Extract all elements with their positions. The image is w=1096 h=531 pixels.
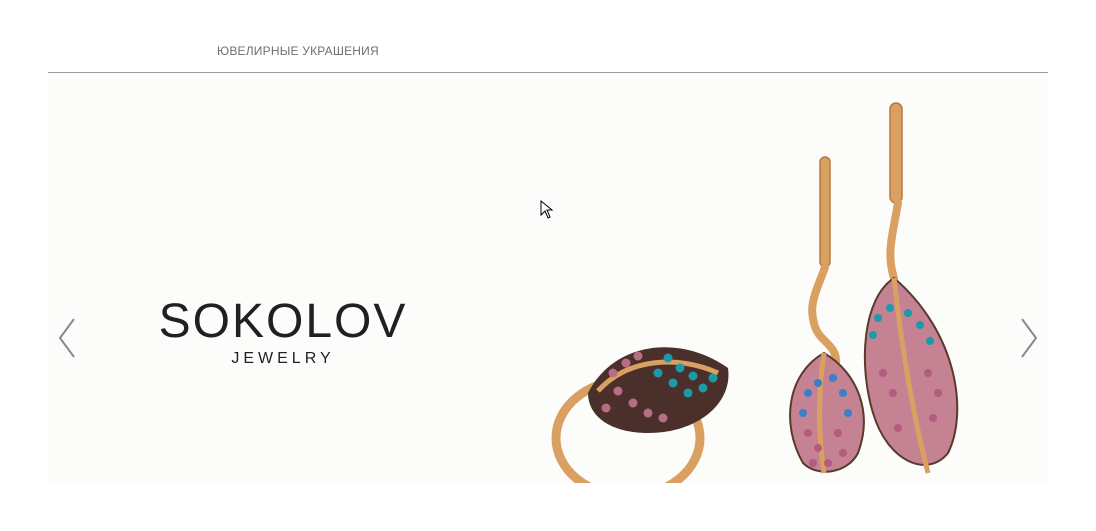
mouse-cursor-icon [540,200,554,219]
brand-subtitle: JEWELRY [231,350,335,367]
menu-link-jewelry[interactable]: ЮВЕЛИРНЫЕ УКРАШЕНИЯ [217,44,379,58]
earring-left [789,156,865,474]
slider-prev-button[interactable] [56,317,78,359]
ring [551,347,729,483]
earring-right [863,102,959,474]
jewelry-image [551,102,959,483]
brand-logo: SOKOLOV JEWELRY [156,298,410,368]
chevron-right-icon [1021,318,1038,358]
slider-next-button[interactable] [1018,317,1040,359]
top-navigation: ЮВЕЛИРНЫЕ УКРАШЕНИЯ [48,0,1048,73]
hero-slider: SOKOLOV JEWELRY [48,73,1048,483]
brand-name: SOKOLOV [158,295,408,348]
chevron-left-icon [58,318,75,358]
